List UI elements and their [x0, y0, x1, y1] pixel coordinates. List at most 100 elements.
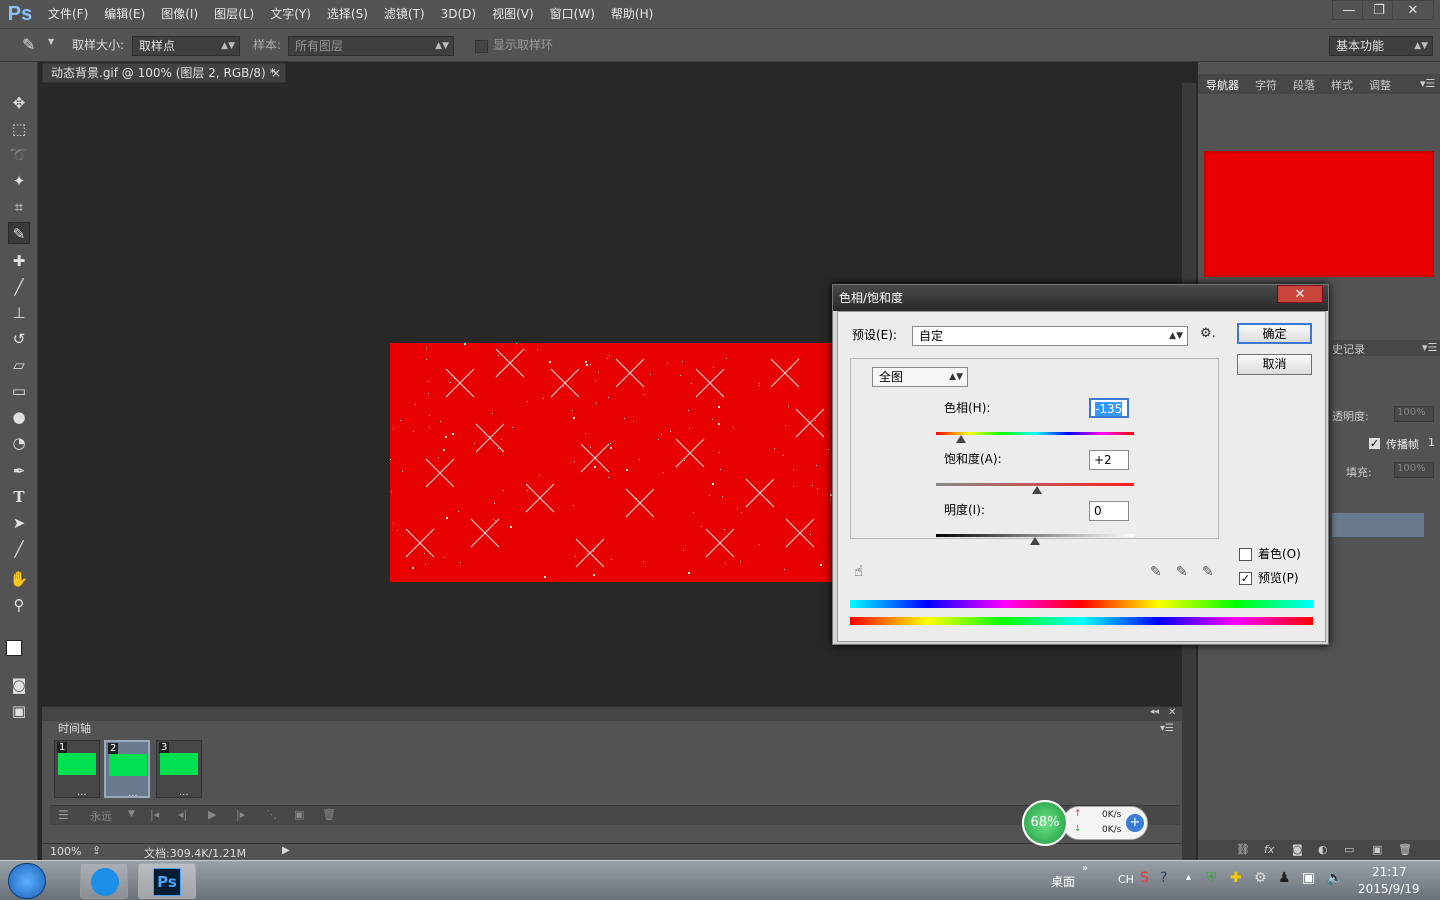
type-tool-icon[interactable]: T	[8, 486, 30, 508]
clone-stamp-tool-icon[interactable]: ⊥	[8, 302, 30, 324]
tray-expand-icon[interactable]: ▴	[1186, 872, 1191, 883]
tray-app-icon[interactable]: ✚	[1230, 870, 1242, 886]
panel-menu-icon[interactable]: ▾☰	[1160, 723, 1174, 734]
zoom-level[interactable]: 100%	[50, 845, 81, 858]
sample-select[interactable]: 所有图层 ▲▼	[288, 36, 454, 56]
frame-duration[interactable]: ...	[77, 787, 87, 798]
export-icon[interactable]: ⇪	[92, 844, 101, 857]
colorize-checkbox[interactable]	[1239, 548, 1252, 561]
network-icon[interactable]: ⚙	[1254, 870, 1267, 886]
quick-mask-icon[interactable]: ◙	[8, 674, 30, 696]
dodge-tool-icon[interactable]: ◔	[8, 432, 30, 454]
close-window-button[interactable]: ✕	[1392, 0, 1434, 20]
preset-select[interactable]: 自定 ▲▼	[912, 326, 1188, 346]
status-menu-icon[interactable]: ▶	[282, 845, 290, 856]
prev-frame-icon[interactable]: ◂|	[178, 808, 187, 821]
marquee-tool-icon[interactable]: ⬚	[8, 118, 30, 140]
first-frame-icon[interactable]: |◂	[150, 808, 159, 821]
menu-filter[interactable]: 滤镜(T)	[376, 0, 433, 28]
dialog-close-button[interactable]: ✕	[1277, 285, 1323, 303]
collapse-icon[interactable]: ◂◂	[1150, 707, 1159, 717]
tab-adjustments[interactable]: 调整	[1369, 77, 1391, 93]
pen-tool-icon[interactable]: ✒	[8, 460, 30, 482]
loop-dropdown-icon[interactable]: ▼	[128, 809, 135, 819]
show-ring-checkbox[interactable]	[475, 40, 488, 53]
menu-file[interactable]: 文件(F)	[40, 0, 96, 28]
workspace-select[interactable]: 基本功能 ▲▼	[1329, 36, 1433, 56]
brush-tool-icon[interactable]: ╱	[8, 276, 30, 298]
panel-menu-icon[interactable]: ▾☰	[1420, 77, 1435, 90]
hue-slider-thumb[interactable]	[955, 435, 966, 443]
move-tool-icon[interactable]: ✥	[8, 92, 30, 114]
loop-option[interactable]: 永远	[90, 808, 112, 824]
lightness-slider-thumb[interactable]	[1030, 537, 1040, 545]
menu-edit[interactable]: 编辑(E)	[96, 0, 153, 28]
restore-button[interactable]: ❐	[1362, 0, 1396, 20]
play-icon[interactable]: ▶	[208, 808, 216, 821]
crop-tool-icon[interactable]: ⌗	[8, 196, 30, 218]
menu-3d[interactable]: 3D(D)	[433, 0, 484, 28]
chevron-down-icon[interactable]: ▼	[48, 37, 54, 46]
eraser-tool-icon[interactable]: ▱	[8, 354, 30, 376]
clock-date[interactable]: 2015/9/19	[1358, 882, 1420, 896]
navigator-preview[interactable]	[1204, 151, 1434, 277]
adjustment-icon[interactable]: ◐	[1318, 843, 1328, 856]
frame-duration[interactable]: ...	[179, 787, 189, 798]
frame-duration[interactable]: ...	[128, 788, 138, 799]
magic-wand-tool-icon[interactable]: ✦	[8, 170, 30, 192]
opacity-field[interactable]: 100%	[1394, 406, 1434, 422]
eyedropper-icon[interactable]: ✎	[22, 35, 35, 54]
volume-icon[interactable]: 🔈	[1326, 870, 1343, 886]
language-indicator[interactable]: CH	[1118, 873, 1134, 886]
hand-tool-icon[interactable]: ✋	[8, 568, 30, 590]
sample-size-select[interactable]: 取样点 ▲▼	[132, 36, 240, 56]
taskbar-app-browser[interactable]	[80, 863, 128, 899]
lightness-input[interactable]: 0	[1089, 501, 1129, 521]
tab-styles[interactable]: 样式	[1331, 77, 1353, 93]
menu-image[interactable]: 图像(I)	[153, 0, 206, 28]
tab-character[interactable]: 字符	[1255, 77, 1277, 93]
tab-navigator[interactable]: 导航器	[1206, 77, 1239, 93]
folder-icon[interactable]: ▭	[1344, 843, 1354, 856]
panel-menu-icon[interactable]: ▾☰	[1422, 341, 1437, 354]
next-frame-icon[interactable]: |▸	[236, 808, 245, 821]
healing-brush-tool-icon[interactable]: ✚	[8, 250, 30, 272]
foreground-color-swatch[interactable]	[6, 640, 22, 656]
menu-view[interactable]: 视图(V)	[484, 0, 542, 28]
mask-icon[interactable]: ◙	[1292, 843, 1303, 856]
tab-paragraph[interactable]: 段落	[1293, 77, 1315, 93]
eyedropper-icon[interactable]: ✎	[1150, 564, 1162, 580]
screen-mode-icon[interactable]: ▣	[8, 700, 30, 722]
selected-layer-row[interactable]	[1332, 513, 1424, 537]
eyedropper-minus-icon[interactable]: ✎	[1202, 564, 1214, 580]
fill-field[interactable]: 100%	[1394, 462, 1434, 478]
taskbar-app-photoshop[interactable]: Ps	[138, 863, 196, 899]
preview-checkbox[interactable]: ✓	[1239, 572, 1252, 585]
close-panel-icon[interactable]: ✕	[1168, 707, 1176, 718]
channel-select[interactable]: 全图 ▲▼	[872, 367, 968, 387]
zoom-tool-icon[interactable]: ⚲	[8, 594, 30, 616]
input-method-icon[interactable]: S	[1140, 870, 1149, 886]
menu-layer[interactable]: 图层(L)	[206, 0, 262, 28]
timeline-tab[interactable]: 时间轴	[42, 721, 102, 737]
timeline-frame-2[interactable]: 2 ...	[104, 740, 150, 799]
lasso-tool-icon[interactable]: ➰	[8, 144, 30, 166]
timeline-frame-3[interactable]: 3 ...	[156, 740, 202, 798]
start-button[interactable]	[8, 863, 46, 899]
path-selection-tool-icon[interactable]: ➤	[8, 512, 30, 534]
cancel-button[interactable]: 取消	[1237, 354, 1312, 375]
eyedropper-tool-icon[interactable]: ✎	[8, 222, 30, 244]
gradient-tool-icon[interactable]: ▭	[8, 380, 30, 402]
toolbar-expand-icon[interactable]: »	[1082, 863, 1088, 874]
hue-input[interactable]: -135	[1089, 398, 1129, 418]
minimize-button[interactable]: —	[1332, 0, 1366, 20]
qq-icon[interactable]: ♟	[1278, 870, 1291, 886]
clock-time[interactable]: 21:17	[1372, 865, 1407, 879]
eyedropper-plus-icon[interactable]: ✎	[1176, 564, 1188, 580]
security-shield-icon[interactable]: ⛨	[1206, 870, 1217, 886]
new-layer-icon[interactable]: ▣	[1372, 843, 1382, 856]
monitor-icon[interactable]: ▣	[1302, 870, 1315, 886]
plus-icon[interactable]: +	[1126, 814, 1144, 832]
propagate-checkbox[interactable]: ✓	[1368, 437, 1381, 450]
document-canvas[interactable]	[390, 343, 835, 582]
